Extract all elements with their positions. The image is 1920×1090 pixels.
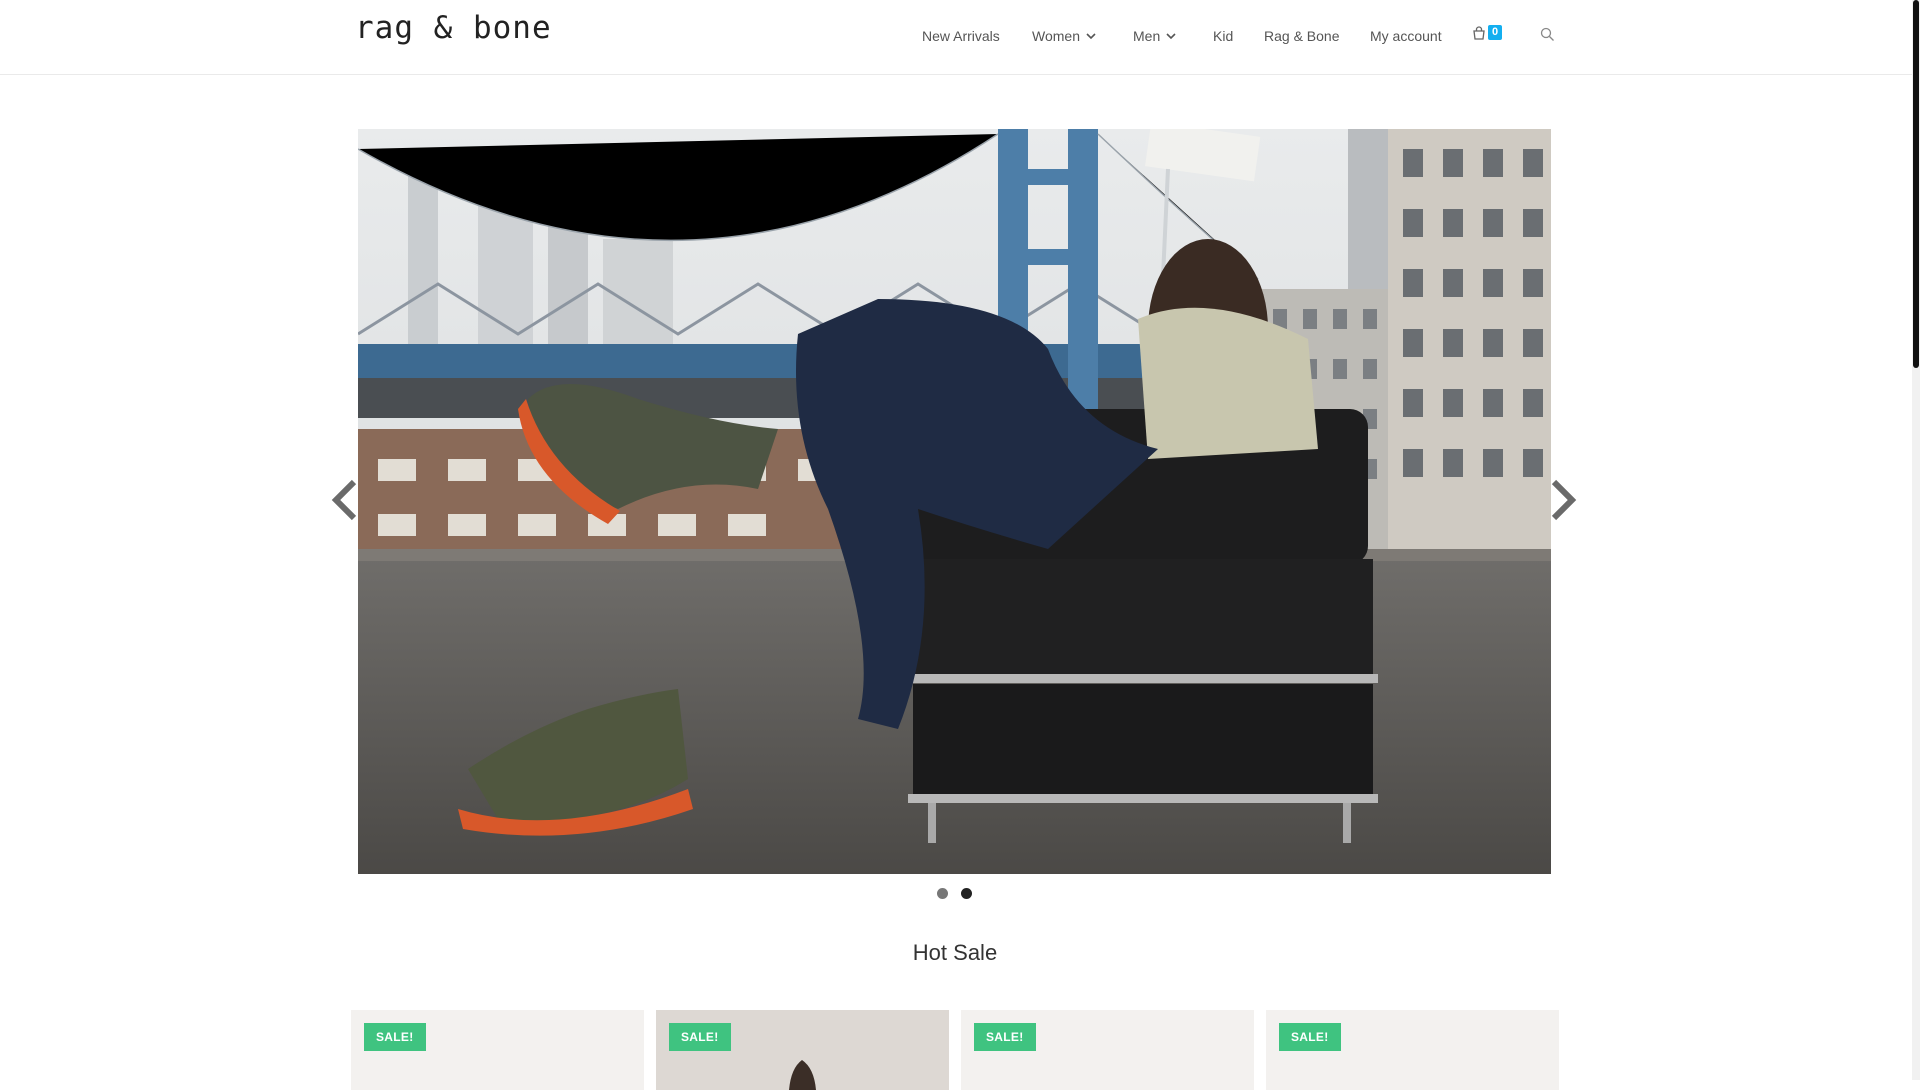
sale-badge: SALE! — [1279, 1023, 1341, 1051]
scrollbar-thumb[interactable] — [1913, 0, 1919, 368]
chevron-down-icon — [1086, 33, 1096, 40]
nav-item-label: New Arrivals — [922, 28, 1000, 44]
nav-item-label: Kid — [1213, 28, 1234, 44]
nav-item-label: Women — [1032, 28, 1080, 44]
nav-item-men[interactable]: Men — [1133, 28, 1177, 44]
slider-dot-1[interactable] — [937, 888, 948, 899]
nav-item-label: Men — [1133, 28, 1161, 44]
sale-badge: SALE! — [364, 1023, 426, 1051]
nav-item-new-arrivals[interactable]: New Arrivals — [922, 28, 1000, 44]
search-icon — [1540, 27, 1554, 41]
section-title-hot-sale: Hot Sale — [912, 940, 998, 965]
shopping-bag-icon — [1473, 25, 1485, 40]
slider-dot-2[interactable] — [961, 888, 972, 899]
slider-next-arrow[interactable] — [1548, 478, 1578, 522]
site-logo[interactable]: rag & bone — [355, 10, 552, 46]
nav-item-kid[interactable]: Kid — [1213, 28, 1233, 44]
cart-button[interactable]: 0 — [1472, 25, 1503, 40]
slider-pagination — [937, 888, 972, 899]
nav-item-my-account[interactable]: My account — [1370, 28, 1442, 44]
page-scrollbar[interactable] — [1912, 0, 1920, 1080]
product-card[interactable]: SALE! — [656, 1010, 949, 1090]
hero-slider — [358, 129, 1551, 874]
slider-prev-arrow[interactable] — [330, 478, 360, 522]
nav-item-label: My account — [1370, 28, 1442, 44]
sale-badge: SALE! — [669, 1023, 731, 1051]
nav-item-women[interactable]: Women — [1032, 28, 1097, 44]
search-button[interactable] — [1540, 27, 1555, 47]
product-card[interactable]: SALE! — [351, 1010, 644, 1090]
product-card[interactable]: SALE! — [961, 1010, 1254, 1090]
nav-item-rag-and-bone[interactable]: Rag & Bone — [1264, 28, 1340, 44]
nav-item-label: Rag & Bone — [1264, 28, 1340, 44]
hero-slide-image — [358, 129, 1551, 874]
cart-count-badge: 0 — [1488, 25, 1503, 40]
product-card[interactable]: SALE! — [1266, 1010, 1559, 1090]
site-header: rag & bone New Arrivals Women Men Kid Ra… — [0, 0, 1912, 75]
sale-badge: SALE! — [974, 1023, 1036, 1051]
chevron-down-icon — [1166, 33, 1176, 40]
